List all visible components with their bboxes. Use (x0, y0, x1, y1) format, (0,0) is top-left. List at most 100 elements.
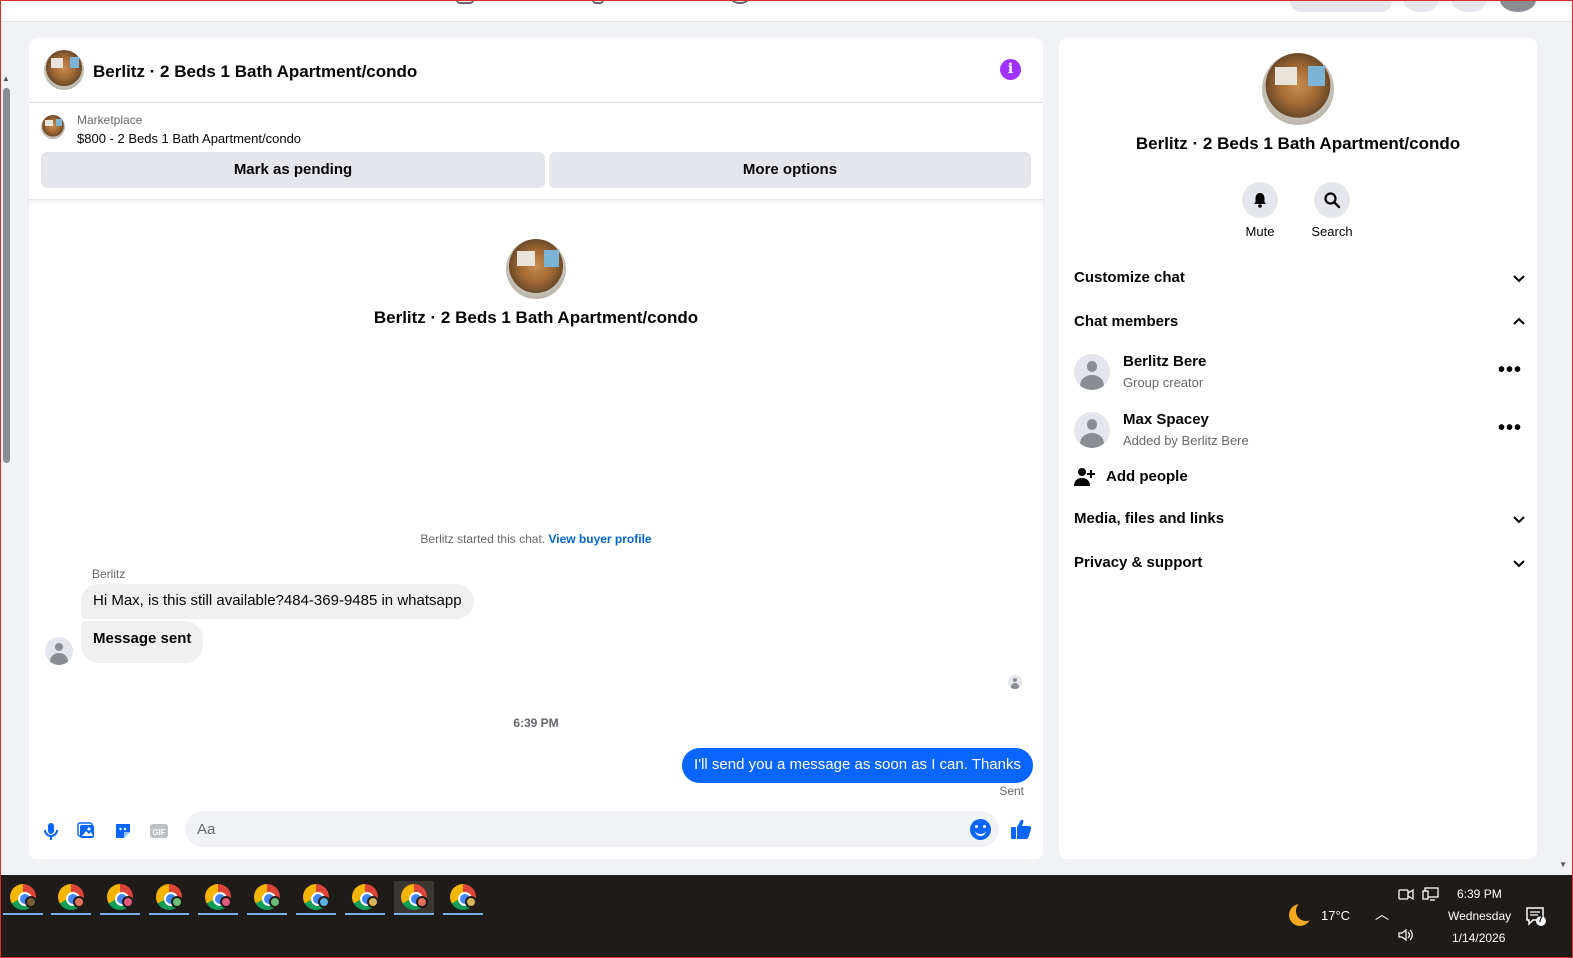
member-options-icon[interactable]: ••• (1498, 360, 1522, 380)
group-title: Berlitz · 2 Beds 1 Bath Apartment/condo (1135, 134, 1461, 153)
conversation-avatar (506, 239, 566, 299)
add-people-button[interactable]: Add people (1074, 462, 1526, 492)
member-role: Group creator (1123, 375, 1204, 390)
chrome-taskbar-app[interactable] (345, 881, 385, 915)
chevron-down-icon (1513, 516, 1525, 524)
chrome-taskbar-app[interactable] (3, 881, 43, 915)
clock-day[interactable]: Wednesday (1448, 909, 1511, 923)
marketplace-label: Marketplace (77, 113, 143, 127)
outgoing-message[interactable]: I'll send you a message as soon as I can… (682, 748, 1033, 783)
incoming-message[interactable]: Hi Max, is this still available?484-369-… (81, 584, 474, 619)
chrome-taskbar-app[interactable] (198, 881, 238, 915)
emoji-icon[interactable] (970, 819, 991, 840)
chrome-taskbar-app[interactable] (149, 881, 189, 915)
bell-icon (1254, 193, 1266, 208)
sticker-icon[interactable] (113, 821, 133, 841)
member-options-icon[interactable]: ••• (1498, 418, 1522, 438)
chevron-up-icon (1513, 317, 1525, 325)
listing-avatar[interactable] (44, 50, 84, 90)
customize-chat-label: Customize chat (1074, 269, 1185, 286)
sender-avatar[interactable] (45, 637, 73, 665)
privacy-support-section[interactable]: Privacy & support (1074, 546, 1526, 582)
marketplace-nav-icon[interactable] (456, 0, 474, 4)
chat-members-label: Chat members (1074, 313, 1179, 330)
chrome-taskbar-app[interactable] (443, 881, 483, 915)
mark-as-pending-button[interactable]: Mark as pending (41, 152, 545, 188)
listing-thumbnail[interactable] (41, 115, 65, 139)
mute-label: Mute (1245, 224, 1275, 239)
read-receipt-avatar (1008, 675, 1022, 689)
message-input[interactable] (185, 811, 999, 847)
media-files-links-label: Media, files and links (1074, 510, 1225, 527)
member-role: Added by Berlitz Bere (1123, 433, 1249, 448)
chrome-taskbar-app[interactable] (296, 881, 336, 915)
meet-now-icon[interactable] (1398, 887, 1414, 901)
marketplace-listing-bar: Marketplace $800 - 2 Beds 1 Bath Apartme… (29, 103, 1043, 200)
chevron-down-icon (1513, 275, 1525, 283)
add-person-icon (1074, 468, 1095, 486)
media-files-links-section[interactable]: Media, files and links (1074, 502, 1526, 538)
chat-members-section[interactable]: Chat members (1074, 305, 1526, 341)
message-timestamp: 6:39 PM (513, 716, 559, 730)
listing-title[interactable]: $800 - 2 Beds 1 Bath Apartment/condo (77, 131, 301, 146)
member-name[interactable]: Berlitz Bere (1123, 353, 1206, 370)
mute-button[interactable]: Mute (1230, 182, 1290, 239)
incoming-message[interactable]: Message sent (81, 621, 204, 663)
chevron-down-icon (1513, 560, 1525, 568)
search-button[interactable]: Search (1302, 182, 1362, 239)
privacy-support-label: Privacy & support (1074, 554, 1203, 571)
scroll-up-arrow-icon[interactable]: ▲ (2, 74, 10, 83)
weather-moon-icon[interactable] (1289, 901, 1316, 926)
sender-name: Berlitz (92, 567, 126, 581)
page-scrollbar[interactable]: ▲ (2, 70, 10, 870)
notification-icon[interactable] (1525, 905, 1547, 927)
scroll-down-arrow-icon[interactable]: ▼ (1559, 860, 1567, 869)
group-avatar[interactable] (1262, 53, 1334, 125)
clock-date[interactable]: 1/14/2026 (1452, 931, 1505, 945)
profile-avatar[interactable] (1500, 0, 1536, 12)
photo-icon[interactable] (77, 821, 97, 841)
watch-nav-icon[interactable] (731, 0, 749, 4)
chrome-taskbar-app[interactable] (100, 881, 140, 915)
search-pill[interactable] (1290, 0, 1392, 12)
weather-temperature[interactable]: 17°C (1321, 908, 1350, 923)
svg-text:GIF: GIF (152, 828, 165, 837)
add-people-label: Add people (1106, 468, 1188, 485)
thumbs-up-icon[interactable] (1009, 817, 1033, 841)
chat-started-notice: Berlitz started this chat. View buyer pr… (29, 532, 1043, 546)
member-avatar[interactable] (1074, 354, 1110, 390)
gif-icon[interactable]: GIF (149, 821, 169, 841)
conversation-details-panel: Berlitz · 2 Beds 1 Bath Apartment/condo … (1059, 38, 1537, 859)
facebook-top-bar (0, 0, 1573, 22)
chrome-taskbar-app[interactable] (247, 881, 287, 915)
scroll-thumb[interactable] (3, 88, 10, 463)
view-buyer-profile-link[interactable]: View buyer profile (548, 532, 651, 546)
chrome-taskbar-app[interactable] (51, 881, 91, 915)
notification-count: 7 (1538, 914, 1544, 924)
microphone-icon[interactable] (41, 821, 61, 841)
member-avatar[interactable] (1074, 412, 1110, 448)
more-options-button[interactable]: More options (549, 152, 1031, 188)
gaming-nav-icon[interactable] (592, 0, 604, 4)
chat-header: Berlitz · 2 Beds 1 Bath Apartment/condo … (29, 38, 1043, 103)
conversation-title: Berlitz · 2 Beds 1 Bath Apartment/condo (373, 308, 699, 327)
message-composer: GIF (29, 809, 1043, 851)
info-icon[interactable]: i (1000, 59, 1021, 80)
member-row[interactable]: Max Spacey Added by Berlitz Bere ••• (1074, 406, 1526, 456)
sent-status: Sent (999, 784, 1024, 798)
member-row[interactable]: Berlitz Bere Group creator ••• (1074, 348, 1526, 398)
search-label: Search (1311, 224, 1353, 239)
volume-icon[interactable] (1398, 928, 1414, 942)
chrome-taskbar-app-active[interactable] (394, 881, 434, 915)
tray-chevron-up-icon[interactable]: ︿ (1375, 904, 1389, 924)
search-icon (1324, 192, 1341, 209)
chat-title[interactable]: Berlitz · 2 Beds 1 Bath Apartment/condo (93, 62, 417, 82)
customize-chat-section[interactable]: Customize chat (1074, 261, 1526, 297)
menu-icon[interactable] (1403, 0, 1439, 12)
member-name[interactable]: Max Spacey (1123, 411, 1209, 428)
network-icon[interactable] (1422, 887, 1440, 901)
messenger-icon[interactable] (1451, 0, 1487, 12)
chat-panel: Berlitz · 2 Beds 1 Bath Apartment/condo … (29, 38, 1043, 859)
clock-time[interactable]: 6:39 PM (1457, 887, 1502, 901)
started-text: Berlitz started this chat. (420, 532, 546, 546)
